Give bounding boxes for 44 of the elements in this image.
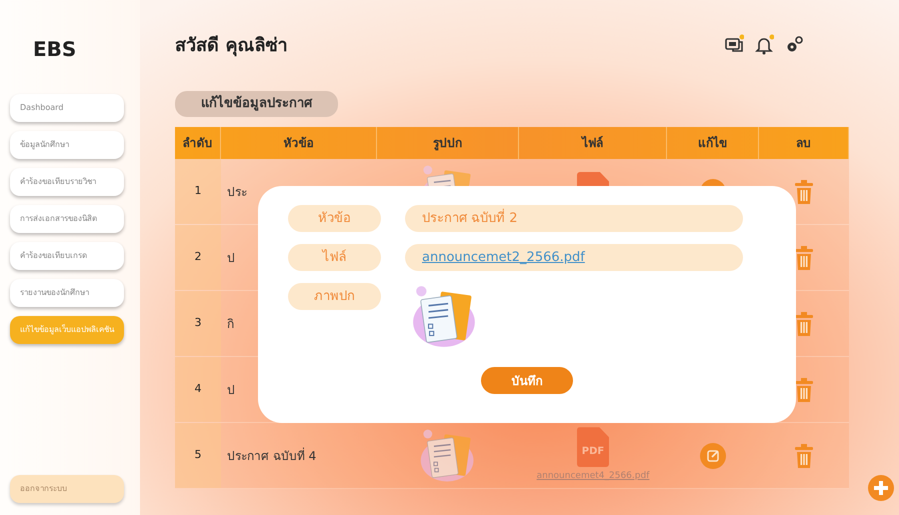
trash-icon[interactable]: [794, 246, 814, 270]
column-header: ไฟล์: [519, 127, 667, 159]
field-label: ภาพปก: [288, 283, 381, 310]
trash-icon[interactable]: [794, 444, 814, 468]
sidebar-item[interactable]: ข้อมูลนักศึกษา: [10, 131, 124, 159]
field-label: หัวข้อ: [288, 205, 381, 232]
table-cell-text: กิ: [227, 316, 234, 332]
trash-icon[interactable]: [794, 378, 814, 402]
column-header: หัวข้อ: [221, 127, 377, 159]
notification-icon[interactable]: [754, 34, 774, 56]
save-button[interactable]: บันทึก: [481, 367, 573, 394]
table-cell: 2: [175, 225, 221, 290]
column-header: ลำดับ: [175, 127, 221, 159]
add-icon[interactable]: [868, 475, 894, 501]
title-field[interactable]: ประกาศ ฉบับที่ 2: [405, 205, 743, 232]
table-cell: 1: [175, 159, 221, 224]
table-cell: 3: [175, 291, 221, 356]
sidebar-item[interactable]: คำร้องขอเทียบรายวิชา: [10, 168, 124, 196]
page-title: แก้ไขข้อมูลประกาศ: [175, 91, 338, 117]
table-cell: 5: [175, 423, 221, 488]
table-cell-text: ป: [227, 250, 235, 266]
table-cell-text: ป: [227, 382, 235, 398]
pdf-icon[interactable]: PDF: [577, 427, 609, 468]
sidebar-item[interactable]: แก้ไขข้อมูลเว็บแอปพลิเคชัน: [10, 316, 124, 344]
greeting: สวัสดี คุณลิซ่า: [175, 34, 288, 58]
table-cell-text: ประ: [227, 184, 247, 200]
trash-icon[interactable]: [794, 180, 814, 204]
column-header: รูปปก: [377, 127, 519, 159]
logo: EBS: [32, 36, 78, 63]
field-label: ไฟล์: [288, 244, 381, 271]
table-cell: 4: [175, 357, 221, 422]
logout-button[interactable]: ออกจากระบบ: [10, 475, 124, 503]
file-field[interactable]: announcemet2_2566.pdf: [405, 244, 743, 271]
column-header: ลบ: [759, 127, 849, 159]
trash-icon[interactable]: [794, 312, 814, 336]
sidebar-item[interactable]: รายงานของนักศึกษา: [10, 279, 124, 307]
edit-icon[interactable]: [700, 442, 726, 468]
file-link[interactable]: announcemet2_2566.pdf: [422, 248, 585, 268]
sidebar-item[interactable]: Dashboard: [10, 94, 124, 122]
table-cell: ประกาศ ฉบับที่ 4: [227, 446, 316, 464]
column-header: แก้ไข: [667, 127, 759, 159]
file-link[interactable]: announcemet4_2566.pdf: [536, 470, 650, 484]
sidebar-item[interactable]: คำร้องขอเทียบเกรด: [10, 242, 124, 270]
sidebar-item[interactable]: การส่งเอกสารของนิสิต: [10, 205, 124, 233]
